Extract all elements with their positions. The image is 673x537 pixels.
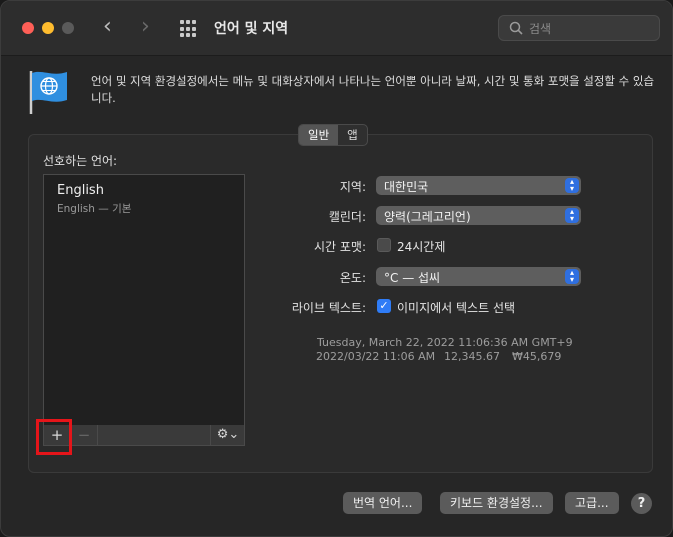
close-window-button[interactable] xyxy=(22,22,34,34)
sample-datetime-short: 2022/03/22 11:06 AM xyxy=(316,350,436,363)
sample-datetime-long: Tuesday, March 22, 2022 11:06:36 AM GMT+… xyxy=(317,336,573,349)
gear-menu-button[interactable]: ⚙︎⌄ xyxy=(210,425,245,445)
language-list-toolbar: + − ⚙︎⌄ xyxy=(43,425,245,446)
tab-apps[interactable]: 앱 xyxy=(338,125,367,145)
popup-chevron-icon: ▴ ▾ xyxy=(565,178,579,193)
advanced-button[interactable]: 고급... xyxy=(565,492,619,514)
language-item-subtitle: English — 기본 xyxy=(57,203,132,215)
tab-general[interactable]: 일반 xyxy=(299,125,339,145)
language-item-name[interactable]: English xyxy=(57,183,104,198)
forward-icon[interactable]: › xyxy=(141,15,150,39)
popup-chevron-icon: ▴ ▾ xyxy=(565,269,579,284)
zoom-window-button[interactable] xyxy=(62,22,74,34)
back-icon[interactable]: ‹ xyxy=(103,15,112,39)
calendar-label: 캘린더: xyxy=(328,210,366,224)
keyboard-preferences-button[interactable]: 키보드 환경설정... xyxy=(440,492,553,514)
region-label: 지역: xyxy=(339,180,366,194)
title-bar: ‹ › 언어 및 지역 xyxy=(1,1,672,56)
region-value: 대한민국 xyxy=(384,180,429,194)
temperature-popup[interactable]: °C — 섭씨 ▴ ▾ xyxy=(376,267,581,286)
language-list[interactable]: English English — 기본 xyxy=(43,174,245,426)
search-field[interactable] xyxy=(498,15,660,41)
globe-flag-icon xyxy=(29,71,67,114)
calendar-value: 양력(그레고리언) xyxy=(384,210,471,224)
temperature-label: 온도: xyxy=(339,271,366,285)
search-icon xyxy=(509,21,523,35)
24-hour-checkbox[interactable] xyxy=(377,238,391,252)
24-hour-label: 24시간제 xyxy=(397,240,446,254)
show-all-grid-icon[interactable] xyxy=(180,20,198,38)
popup-chevron-icon: ▴ ▾ xyxy=(565,208,579,223)
remove-language-button[interactable]: − xyxy=(71,425,98,445)
add-button-highlight xyxy=(36,419,72,455)
live-text-checkbox[interactable]: ✓ xyxy=(377,299,391,313)
intro-description: 언어 및 지역 환경설정에서는 메뉴 및 대화상자에서 나타나는 언어뿐 아니라… xyxy=(91,74,655,105)
window-title: 언어 및 지역 xyxy=(214,21,289,37)
temperature-value: °C — 섭씨 xyxy=(384,271,441,285)
preferred-languages-label: 선호하는 언어: xyxy=(43,154,118,168)
help-button[interactable]: ? xyxy=(631,493,652,514)
sample-number: 12,345.67 xyxy=(444,350,500,363)
search-input[interactable] xyxy=(527,19,651,39)
minimize-window-button[interactable] xyxy=(42,22,54,34)
live-text-option: 이미지에서 텍스트 선택 xyxy=(397,301,516,315)
translation-languages-button[interactable]: 번역 언어... xyxy=(343,492,423,514)
preferences-window: ‹ › 언어 및 지역 언어 및 지역 환경설정에서는 메뉴 및 대화상자에서 … xyxy=(0,0,673,537)
time-format-label: 시간 포맷: xyxy=(313,240,366,254)
tab-control: 일반 앱 xyxy=(298,124,368,146)
region-popup[interactable]: 대한민국 ▴ ▾ xyxy=(376,176,581,195)
live-text-label: 라이브 텍스트: xyxy=(291,301,366,315)
sample-currency: ₩45,679 xyxy=(512,350,562,363)
calendar-popup[interactable]: 양력(그레고리언) ▴ ▾ xyxy=(376,206,581,225)
